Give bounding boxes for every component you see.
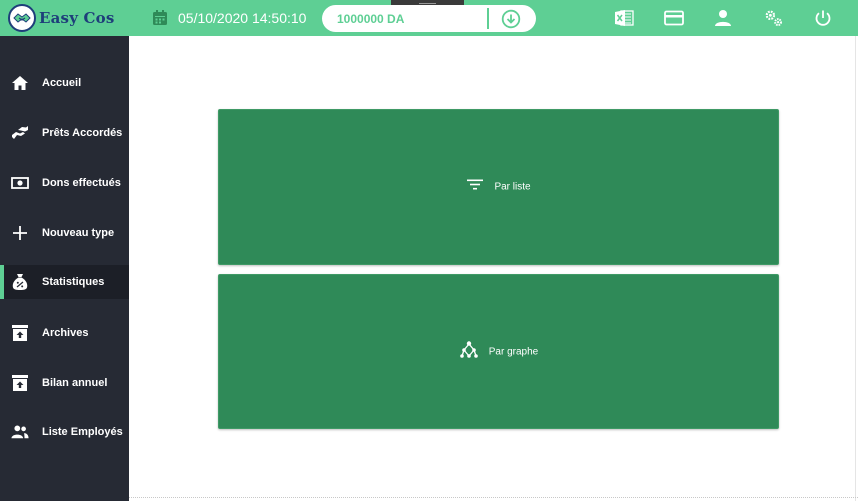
card-content: Par liste (219, 178, 778, 197)
graph-icon (459, 340, 479, 363)
current-datetime: 05/10/2020 14:50:10 (178, 10, 307, 26)
sidebar-item-label: Accueil (42, 77, 82, 89)
main-content: Par liste Par graphe (129, 36, 858, 501)
archive-icon (11, 324, 29, 342)
power-icon[interactable] (813, 8, 833, 28)
card-label: Par liste (494, 181, 531, 193)
app-window: Easy Cos 05/10/2020 14:50:10 1000000 DA (0, 0, 858, 501)
sidebar-item-prets-accordes[interactable]: Prêts Accordés (0, 116, 129, 150)
par-graphe-button[interactable]: Par graphe (218, 274, 779, 429)
handshake-logo-icon (8, 4, 36, 32)
statistics-icon (11, 273, 29, 291)
sidebar-item-accueil[interactable]: Accueil (0, 66, 129, 100)
card-icon[interactable] (664, 8, 684, 28)
archive-up-icon (11, 374, 29, 392)
app-logo: Easy Cos (8, 4, 115, 32)
excel-icon[interactable] (614, 8, 634, 28)
sidebar-item-label: Statistiques (42, 276, 105, 288)
sidebar-item-label: Bilan annuel (42, 377, 108, 389)
sidebar-item-statistiques[interactable]: Statistiques (0, 265, 129, 299)
app-name: Easy Cos (39, 9, 115, 27)
loan-icon (11, 124, 29, 142)
sidebar-item-bilan-annuel[interactable]: Bilan annuel (0, 366, 129, 400)
card-content: Par graphe (219, 340, 778, 363)
filter-list-icon (466, 178, 484, 197)
card-label: Par graphe (488, 346, 539, 357)
sidebar-item-label: Nouveau type (42, 227, 115, 239)
sidebar-item-label: Liste Employés (42, 426, 123, 438)
calendar-icon (152, 9, 168, 26)
bottom-divider (129, 497, 858, 498)
sidebar-item-label: Archives (42, 327, 89, 339)
top-bar: Easy Cos 05/10/2020 14:50:10 1000000 DA (0, 0, 858, 36)
sidebar-item-archives[interactable]: Archives (0, 316, 129, 350)
user-icon[interactable] (713, 8, 733, 28)
money-icon (11, 174, 29, 192)
settings-icon[interactable] (764, 8, 784, 28)
sidebar-item-label: Dons effectués (42, 177, 121, 189)
sidebar-item-nouveau-type[interactable]: Nouveau type (0, 216, 129, 250)
balance-divider (487, 8, 489, 29)
sidebar: Accueil Prêts Accordés Dons effectués No… (0, 36, 129, 501)
balance-amount: 1000000 DA (337, 12, 405, 26)
par-liste-button[interactable]: Par liste (218, 109, 779, 265)
sidebar-item-label: Prêts Accordés (42, 127, 123, 139)
people-icon (11, 423, 29, 441)
download-icon[interactable] (501, 9, 521, 29)
plus-icon (11, 224, 29, 242)
home-icon (11, 74, 29, 92)
balance-display: 1000000 DA (322, 5, 536, 32)
sidebar-item-dons-effectues[interactable]: Dons effectués (0, 166, 129, 200)
sidebar-item-liste-employes[interactable]: Liste Employés (0, 415, 129, 449)
